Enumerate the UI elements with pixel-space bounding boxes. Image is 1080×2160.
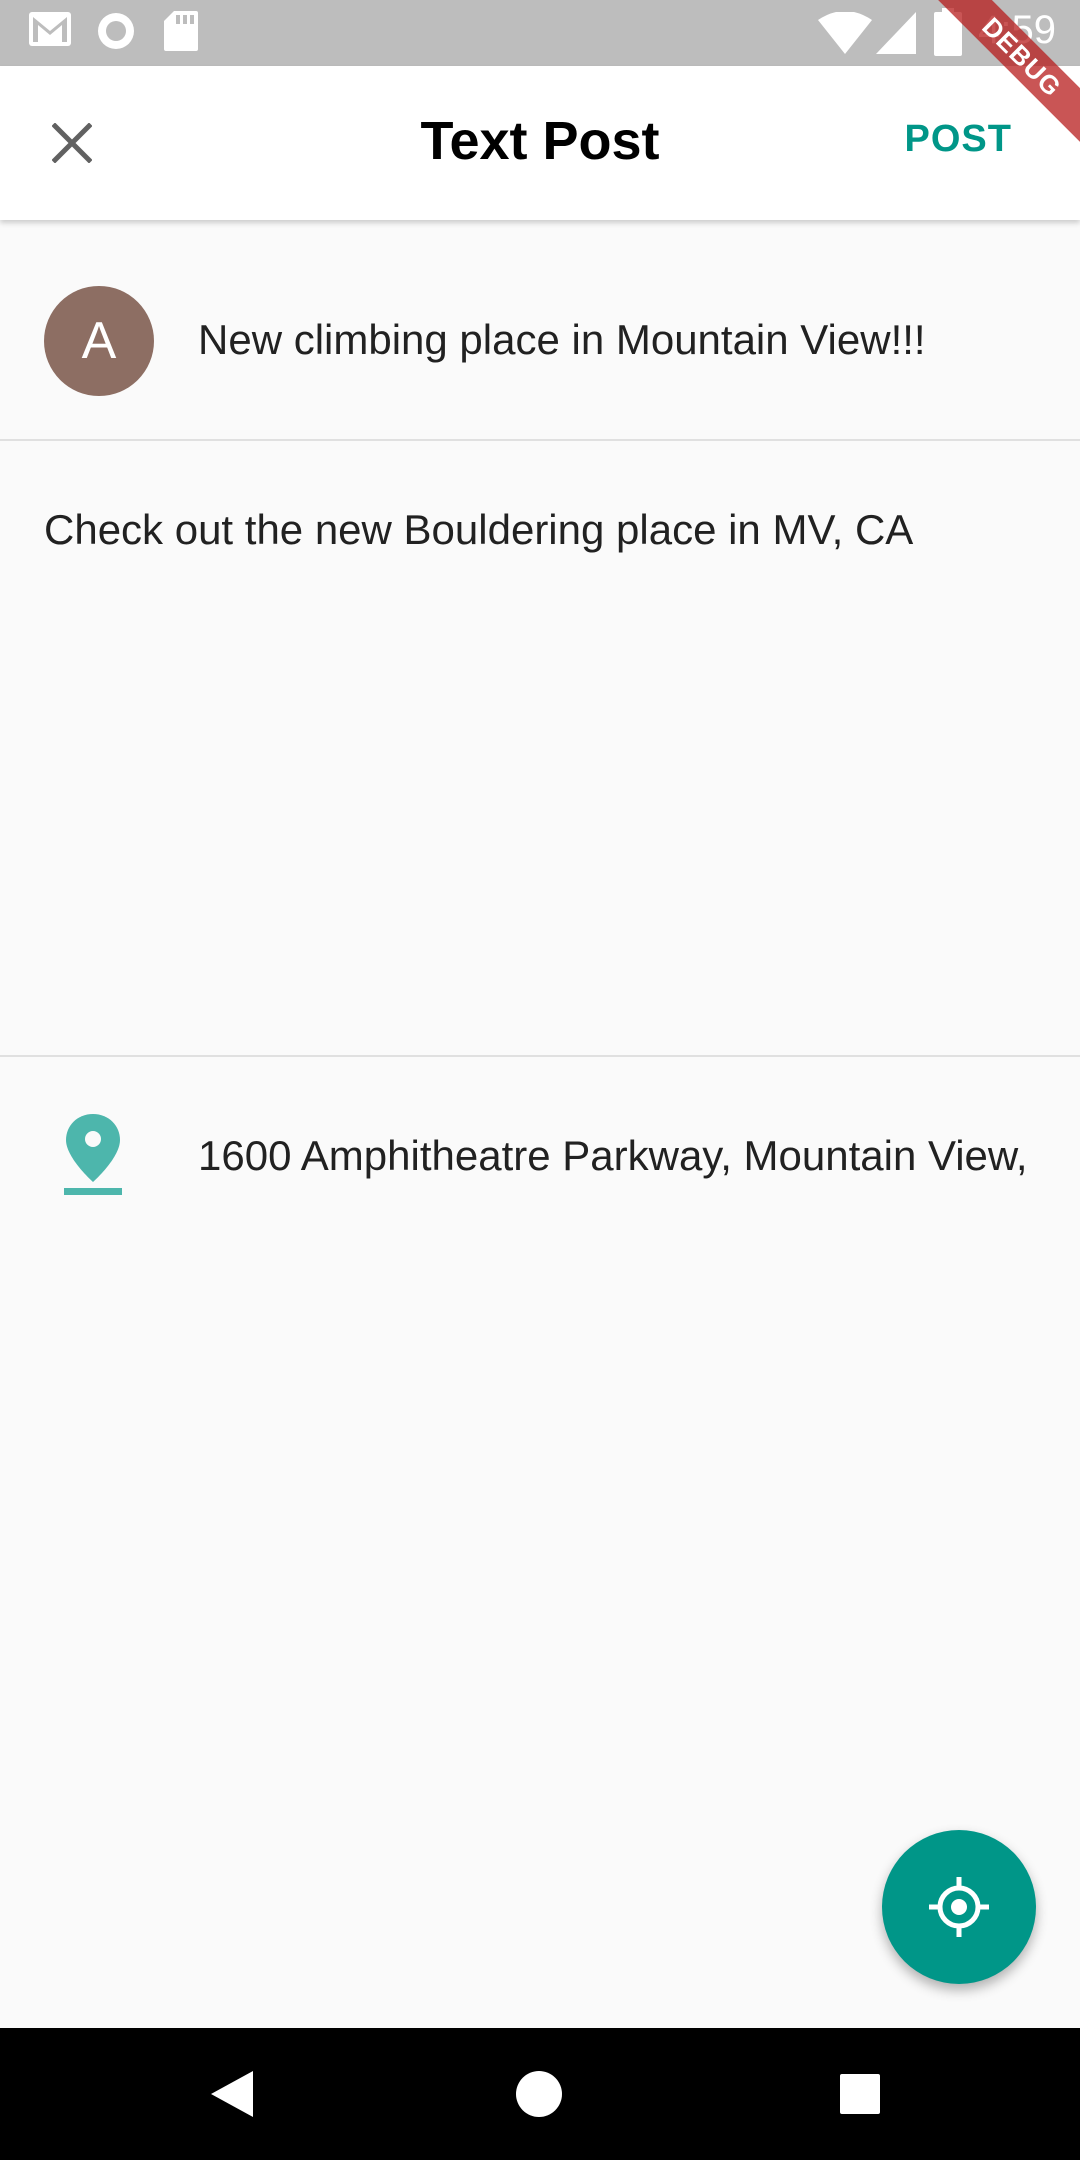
- wifi-icon: [818, 12, 872, 54]
- divider: [0, 439, 1080, 441]
- divider: [0, 1055, 1080, 1057]
- clock: 4:59: [978, 8, 1056, 52]
- back-button[interactable]: [196, 2058, 268, 2130]
- home-icon: [516, 2071, 562, 2117]
- location-field[interactable]: 1600 Amphitheatre Parkway, Mountain View…: [198, 1132, 1036, 1180]
- my-location-icon: [929, 1877, 989, 1937]
- gmail-icon: [29, 12, 71, 46]
- circle-notification-icon: [98, 13, 134, 49]
- post-title-input[interactable]: New climbing place in Mountain View!!!: [198, 316, 926, 364]
- signal-icon: [876, 12, 916, 54]
- sd-card-icon: [164, 11, 198, 51]
- app-bar: Text Post POST: [0, 66, 1080, 220]
- navigation-bar: [0, 2028, 1080, 2160]
- recents-button[interactable]: [824, 2058, 896, 2130]
- post-button[interactable]: POST: [905, 118, 1012, 161]
- avatar[interactable]: A: [44, 286, 154, 396]
- post-body-input[interactable]: Check out the new Bouldering place in MV…: [44, 506, 913, 554]
- status-bar: 4:59: [0, 0, 1080, 66]
- location-pin-icon: [64, 1114, 122, 1195]
- post-title-row: A New climbing place in Mountain View!!!: [0, 220, 1080, 440]
- my-location-button[interactable]: [882, 1830, 1036, 1984]
- home-button[interactable]: [503, 2058, 575, 2130]
- recents-icon: [840, 2074, 880, 2114]
- battery-icon: [934, 8, 962, 56]
- back-icon: [211, 2071, 253, 2117]
